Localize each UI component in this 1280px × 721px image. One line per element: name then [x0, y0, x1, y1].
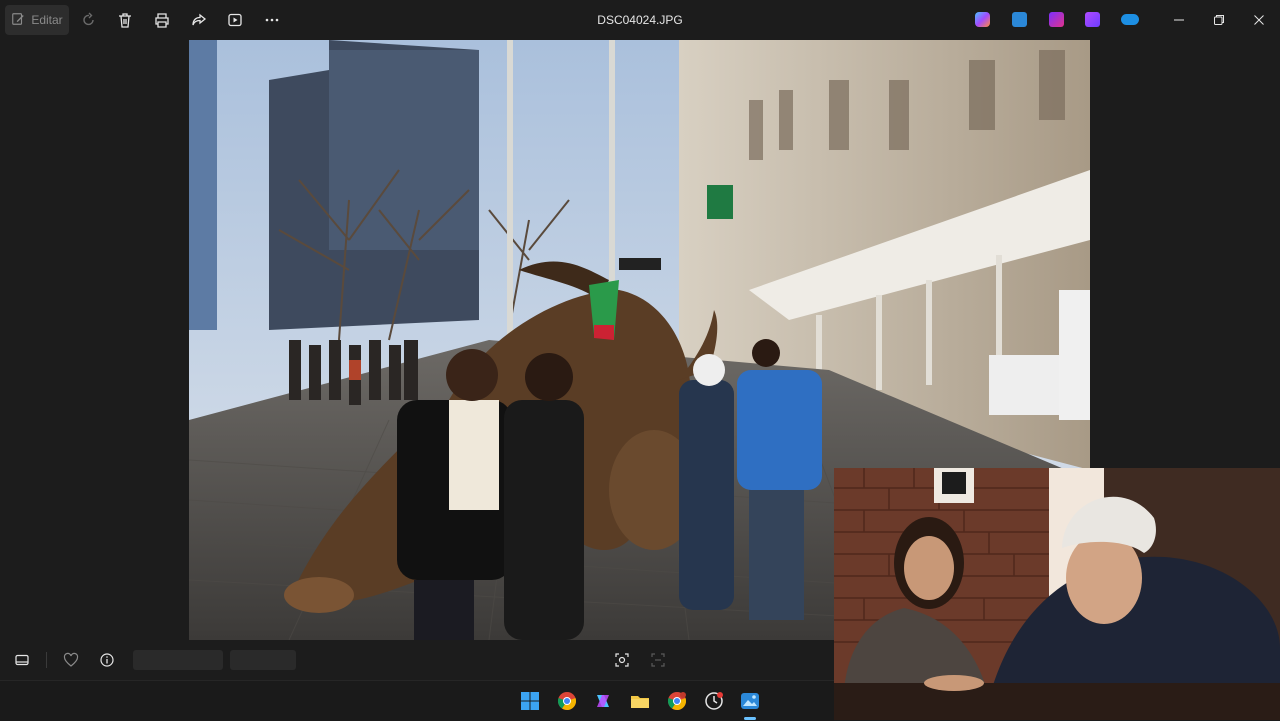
- designer-icon[interactable]: [1085, 12, 1100, 27]
- title-bar: Editar DSC04024.JPG: [0, 0, 1280, 40]
- compare-button[interactable]: [646, 648, 670, 672]
- print-icon: [155, 13, 169, 28]
- favorite-icon: [63, 652, 79, 667]
- more-button[interactable]: [260, 8, 284, 32]
- info-button[interactable]: [95, 648, 119, 672]
- restore-button[interactable]: [1207, 8, 1231, 32]
- copilot-icon: [597, 695, 609, 707]
- close-icon: [1254, 15, 1264, 25]
- windows-start-button[interactable]: [519, 690, 541, 712]
- chrome-icon: [557, 692, 577, 711]
- copilot-taskbar-button[interactable]: [592, 690, 614, 712]
- edit-icon: [11, 12, 25, 29]
- paint-icon[interactable]: [1012, 12, 1027, 27]
- edit-button[interactable]: Editar: [5, 5, 69, 35]
- webcam-image: [834, 468, 1280, 720]
- clock-app-icon: [705, 692, 723, 710]
- slideshow-icon: [228, 13, 242, 27]
- photos-button[interactable]: [739, 690, 761, 712]
- filmstrip-icon: [15, 654, 29, 666]
- close-button[interactable]: [1247, 8, 1271, 32]
- share-button[interactable]: [187, 8, 211, 32]
- filmstrip-button[interactable]: [10, 648, 34, 672]
- copilot-icon[interactable]: [975, 12, 990, 27]
- chrome-profile-icon: [667, 692, 687, 711]
- compare-icon: [651, 653, 665, 667]
- delete-button[interactable]: [113, 8, 137, 32]
- file-name: DSC04024.JPG: [597, 13, 683, 27]
- divider: [46, 652, 47, 668]
- slideshow-button[interactable]: [223, 8, 247, 32]
- clipchamp-icon[interactable]: [1049, 12, 1064, 27]
- file-explorer-icon: [631, 696, 649, 708]
- taskbar: [0, 680, 834, 721]
- photos-icon: [741, 693, 759, 709]
- favorite-button[interactable]: [59, 648, 83, 672]
- print-button[interactable]: [150, 8, 174, 32]
- rotate-button[interactable]: [77, 8, 101, 32]
- chrome-button[interactable]: [556, 690, 578, 712]
- delete-icon: [119, 13, 131, 28]
- restore-icon: [1214, 15, 1224, 25]
- rotate-icon: [83, 12, 94, 26]
- minimize-icon: [1174, 19, 1184, 21]
- bottom-toolbar: [0, 640, 834, 680]
- minimize-button[interactable]: [1167, 8, 1191, 32]
- onedrive-icon[interactable]: [1121, 14, 1139, 25]
- webcam-overlay: [834, 468, 1280, 720]
- info-icon: [100, 653, 114, 667]
- placeholder-field-2: [230, 650, 296, 670]
- fit-button[interactable]: [610, 648, 634, 672]
- file-explorer-button[interactable]: [629, 690, 651, 712]
- more-icon: [265, 18, 279, 22]
- windows-start-icon: [521, 692, 539, 710]
- fit-icon: [615, 653, 629, 667]
- chrome-profile-button[interactable]: [666, 690, 688, 712]
- placeholder-field-1: [133, 650, 223, 670]
- edit-label: Editar: [31, 13, 63, 27]
- share-icon: [192, 13, 207, 26]
- clock-app-button[interactable]: [703, 690, 725, 712]
